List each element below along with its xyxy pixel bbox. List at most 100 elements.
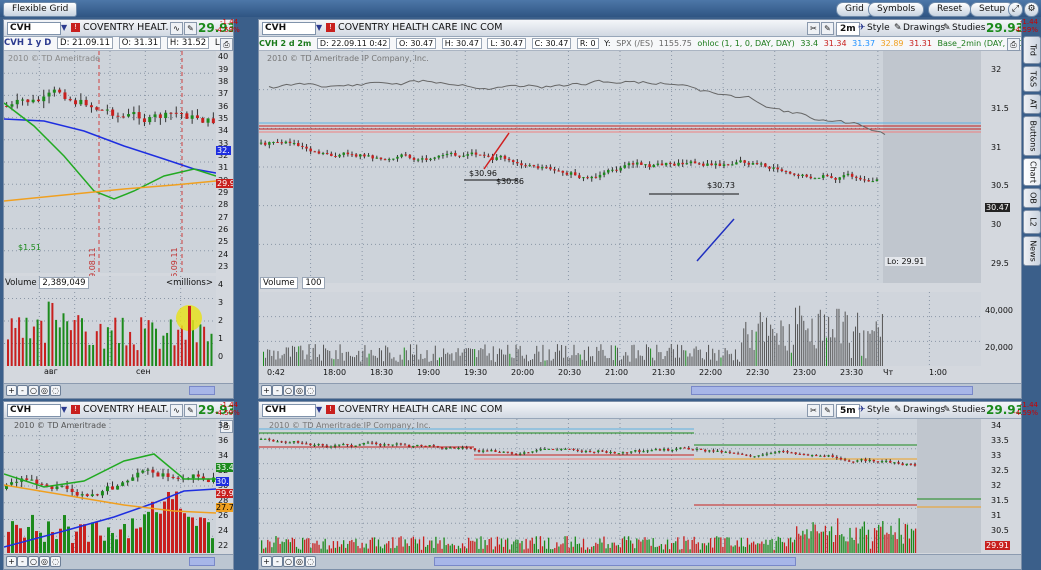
side-tab-buttons[interactable]: Buttons bbox=[1023, 116, 1041, 156]
price-plot[interactable]: 2010 © TD Ameritrade IP Company, Inc. bbox=[259, 419, 981, 553]
style-icon[interactable]: ✈ bbox=[858, 22, 866, 34]
price-plot[interactable]: 2010 © TD Ameritrade IP Company, Inc. $30… bbox=[259, 51, 981, 283]
zoom-fit-icon[interactable]: ○ bbox=[28, 385, 39, 396]
chart-aggregation[interactable]: CVH 2 d 2m bbox=[259, 39, 311, 48]
style-button[interactable]: Style bbox=[867, 22, 890, 34]
symbol-dropdown-icon[interactable]: ▼ bbox=[316, 404, 326, 416]
volume-bar bbox=[306, 538, 308, 553]
volume-bar bbox=[496, 536, 499, 553]
symbol-dropdown-icon[interactable]: ▼ bbox=[61, 22, 71, 34]
candle-body bbox=[325, 153, 329, 155]
volume-bar bbox=[463, 546, 466, 553]
studies-button[interactable]: Studies bbox=[952, 404, 985, 416]
volume-bar bbox=[832, 329, 834, 366]
volume-bar bbox=[379, 546, 382, 553]
drawings-button[interactable]: Drawings bbox=[903, 404, 945, 416]
panel-header: CVH ▼ ! COVENTRY HEALT... ∿ ✎ 29.93 -1.4… bbox=[4, 20, 233, 37]
zoom-in-icon[interactable]: + bbox=[6, 556, 17, 567]
volume-bar bbox=[566, 536, 568, 553]
volume-bar bbox=[737, 359, 739, 366]
volume-plot[interactable] bbox=[259, 292, 981, 366]
zoom-out-icon[interactable]: - bbox=[17, 385, 28, 396]
candle-body bbox=[652, 164, 655, 168]
symbol-input[interactable]: CVH bbox=[7, 404, 61, 417]
zoom-fit-icon[interactable]: ○ bbox=[283, 556, 294, 567]
drawings-icon[interactable]: ✎ bbox=[894, 22, 902, 34]
candle-body bbox=[553, 169, 556, 171]
scroll-bar[interactable] bbox=[189, 386, 215, 395]
zoom-in-icon[interactable]: + bbox=[261, 556, 272, 567]
print-icon[interactable]: ⎙ bbox=[220, 38, 233, 51]
chart-tools-icon[interactable]: ∿ bbox=[170, 404, 183, 417]
symbol-dropdown-icon[interactable]: ▼ bbox=[316, 22, 326, 34]
drawings-button[interactable]: Drawings bbox=[903, 22, 945, 34]
volume-bar bbox=[629, 361, 631, 366]
volume-bar bbox=[796, 526, 798, 553]
edit-icon[interactable]: ✎ bbox=[184, 22, 197, 35]
link-icon[interactable]: ⤢ bbox=[1008, 2, 1023, 17]
symbol-input[interactable]: CVH bbox=[262, 22, 316, 35]
alert-flag-icon[interactable]: ! bbox=[326, 405, 335, 414]
candle-body bbox=[859, 177, 862, 180]
alert-flag-icon[interactable]: ! bbox=[71, 23, 80, 32]
info-low: L: 30.47 bbox=[487, 38, 527, 49]
edit-icon[interactable]: ✎ bbox=[821, 22, 834, 35]
zoom-fit-icon[interactable]: ○ bbox=[28, 556, 39, 567]
interval-selector[interactable]: 2m bbox=[836, 22, 860, 36]
candle-body bbox=[704, 449, 707, 452]
volume-plot[interactable] bbox=[4, 276, 216, 366]
zoom-out-icon[interactable]: - bbox=[272, 556, 283, 567]
chart-tools-icon[interactable]: ✂ bbox=[807, 22, 820, 35]
zoom-box-icon[interactable]: ◎ bbox=[39, 385, 50, 396]
alert-flag-icon[interactable]: ! bbox=[71, 405, 80, 414]
alert-flag-icon[interactable]: ! bbox=[326, 23, 335, 32]
time-tick: 21:30 bbox=[652, 368, 676, 377]
symbol-input[interactable]: CVH bbox=[262, 404, 316, 417]
reset-zoom-icon[interactable]: ◌ bbox=[305, 385, 316, 396]
symbol-input[interactable]: CVH bbox=[7, 22, 61, 35]
price-plot[interactable]: 2010 © TD Ameritrade 19.08.11 16.09.11 $1.5… bbox=[4, 51, 216, 283]
reset-zoom-icon[interactable]: ◌ bbox=[50, 556, 61, 567]
scroll-bar[interactable] bbox=[189, 557, 215, 566]
drawings-icon[interactable]: ✎ bbox=[894, 404, 902, 416]
side-tab-at[interactable]: AT bbox=[1023, 94, 1041, 114]
symbol-dropdown-icon[interactable]: ▼ bbox=[61, 404, 71, 416]
price-plot[interactable]: 2010 © TD Ameritrade bbox=[4, 419, 216, 553]
style-button[interactable]: Style bbox=[867, 404, 890, 416]
edit-icon[interactable]: ✎ bbox=[821, 404, 834, 417]
studies-button[interactable]: Studies bbox=[952, 22, 985, 34]
reset-zoom-icon[interactable]: ◌ bbox=[305, 556, 316, 567]
chart-tools-icon[interactable]: ✂ bbox=[807, 404, 820, 417]
zoom-in-icon[interactable]: + bbox=[6, 385, 17, 396]
volume-bar bbox=[734, 545, 736, 553]
edit-icon[interactable]: ✎ bbox=[184, 404, 197, 417]
candle-body bbox=[171, 476, 175, 478]
reset-zoom-icon[interactable]: ◌ bbox=[50, 385, 61, 396]
volume-bar bbox=[95, 522, 98, 553]
volume-bar bbox=[753, 541, 755, 553]
zoom-box-icon[interactable]: ◎ bbox=[294, 385, 305, 396]
side-tab-news[interactable]: News bbox=[1023, 236, 1041, 266]
style-icon[interactable]: ✈ bbox=[858, 404, 866, 416]
candle-body bbox=[116, 115, 120, 117]
zoom-out-icon[interactable]: - bbox=[17, 556, 28, 567]
zoom-box-icon[interactable]: ◎ bbox=[39, 556, 50, 567]
volume-bar bbox=[646, 539, 648, 553]
zoom-out-icon[interactable]: - bbox=[272, 385, 283, 396]
zoom-box-icon[interactable]: ◎ bbox=[294, 556, 305, 567]
volume-bar bbox=[187, 516, 190, 553]
scroll-bar[interactable] bbox=[691, 386, 973, 395]
zoom-fit-icon[interactable]: ○ bbox=[283, 385, 294, 396]
studies-icon[interactable]: ✎ bbox=[943, 404, 951, 416]
gear-icon[interactable]: ⚙ bbox=[1024, 2, 1039, 17]
scroll-bar[interactable] bbox=[434, 557, 796, 566]
zoom-in-icon[interactable]: + bbox=[261, 385, 272, 396]
chart-aggregation[interactable]: CVH 1 y D bbox=[4, 38, 51, 48]
symbols-button[interactable]: Symbols bbox=[868, 2, 925, 17]
chart-tools-icon[interactable]: ∿ bbox=[170, 22, 183, 35]
print-icon[interactable]: ⎙ bbox=[1007, 38, 1020, 51]
interval-selector[interactable]: 5m bbox=[836, 404, 860, 418]
reset-button[interactable]: Reset bbox=[928, 2, 972, 17]
flexible-grid-title[interactable]: Flexible Grid bbox=[3, 2, 78, 17]
studies-icon[interactable]: ✎ bbox=[943, 22, 951, 34]
